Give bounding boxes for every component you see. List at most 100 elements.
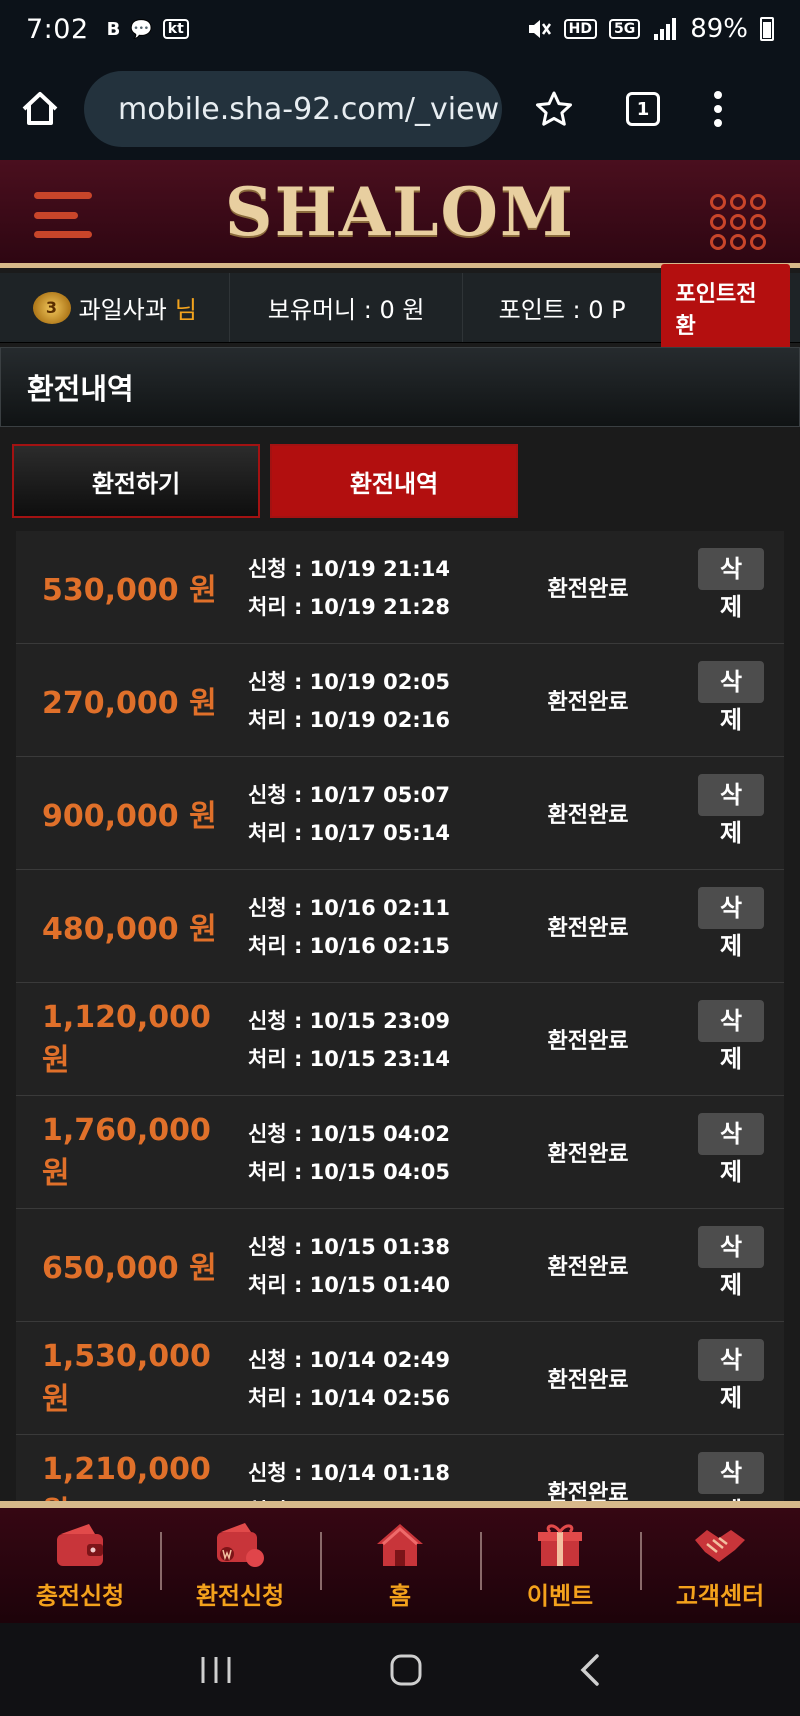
user-info-bar: 3 과일사과 님 보유머니 : 0 원 포인트 : 0 P 포인트전환 xyxy=(0,263,800,352)
process-time: 처리 : 10/15 23:14 xyxy=(248,1047,450,1071)
nav-withdraw[interactable]: 환전신청 xyxy=(160,1508,320,1623)
delete-cell: 삭 제 xyxy=(678,770,784,856)
address-bar[interactable]: mobile.sha-92.com/_view xyxy=(84,71,502,147)
exchange-dates: 신청 : 10/19 21:14 처리 : 10/19 21:28 xyxy=(248,553,498,621)
status-badge: 환전완료 xyxy=(547,690,629,715)
table-row: 270,000 원 신청 : 10/19 02:05 처리 : 10/19 02:1… xyxy=(16,644,784,757)
delete-button[interactable]: 삭 제 xyxy=(698,996,764,1082)
hd-icon: HD xyxy=(563,19,597,39)
table-row: 480,000 원 신청 : 10/16 02:11 처리 : 10/16 02:1… xyxy=(16,870,784,983)
delete-label: 삭 제 xyxy=(719,781,743,847)
request-time: 신청 : 10/17 05:07 xyxy=(248,783,450,807)
recent-apps-icon[interactable] xyxy=(198,1655,234,1685)
status-badge: 환전완료 xyxy=(547,1029,629,1054)
tab-exchange-history[interactable]: 환전내역 xyxy=(270,444,518,518)
exchange-amount: 1,210,000 원 xyxy=(42,1451,211,1502)
delete-button[interactable]: 삭 제 xyxy=(698,1222,764,1308)
status-badge: 환전완료 xyxy=(547,1481,629,1501)
table-row: 1,120,000 원 신청 : 10/15 23:09 처리 : 10/15 23… xyxy=(16,983,784,1096)
tab-exchange[interactable]: 환전하기 xyxy=(12,444,260,518)
delete-button[interactable]: 삭 제 xyxy=(698,1448,764,1501)
exchange-history-list[interactable]: 530,000 원 신청 : 10/19 21:14 처리 : 10/19 21:2… xyxy=(16,531,784,1501)
exchange-amount: 270,000 원 xyxy=(42,686,217,721)
notification-icons: B 💬 kt xyxy=(107,19,189,40)
delete-label: 삭 제 xyxy=(719,894,743,960)
request-time: 신청 : 10/16 02:11 xyxy=(248,896,450,920)
table-row: 900,000 원 신청 : 10/17 05:07 처리 : 10/17 05:1… xyxy=(16,757,784,870)
hamburger-menu-icon[interactable] xyxy=(34,192,92,238)
tab-switcher-button[interactable]: 1 xyxy=(626,92,660,126)
exchange-amount: 480,000 원 xyxy=(42,912,217,947)
request-time: 신청 : 10/19 02:05 xyxy=(248,670,450,694)
money-balance: 보유머니 : 0 원 xyxy=(267,296,425,324)
battery-percent: 89% xyxy=(690,14,748,44)
status-right: HD 5G 89% xyxy=(526,14,774,44)
exchange-dates: 신청 : 10/14 02:49 처리 : 10/14 02:56 xyxy=(248,1344,498,1412)
delete-cell: 삭 제 xyxy=(678,1448,784,1501)
delete-button[interactable]: 삭 제 xyxy=(698,1335,764,1421)
wallet-coins-icon xyxy=(217,1523,264,1567)
username-suffix: 님 xyxy=(174,296,197,324)
user-cell: 3 과일사과 님 xyxy=(0,273,231,342)
delete-button[interactable]: 삭 제 xyxy=(698,770,764,856)
process-time: 처리 : 10/14 02:56 xyxy=(248,1386,450,1410)
level-badge: 3 xyxy=(32,291,71,324)
star-icon[interactable] xyxy=(534,89,574,129)
delete-button[interactable]: 삭 제 xyxy=(698,883,764,969)
nav-label: 환전신청 xyxy=(195,1582,285,1610)
handshake-icon xyxy=(695,1530,745,1562)
bottom-nav: 충전신청 환전신청 홈 이벤트 고객센터 xyxy=(0,1501,800,1623)
nav-event[interactable]: 이벤트 xyxy=(480,1508,640,1623)
delete-cell: 삭 제 xyxy=(678,1222,784,1308)
request-time: 신청 : 10/14 01:18 xyxy=(248,1461,450,1485)
url-text: mobile.sha-92.com/_view xyxy=(118,91,500,127)
delete-button[interactable]: 삭 제 xyxy=(698,1109,764,1195)
more-menu-icon[interactable] xyxy=(712,89,724,129)
delete-button[interactable]: 삭 제 xyxy=(698,544,764,630)
request-time: 신청 : 10/19 21:14 xyxy=(248,557,450,581)
site-logo[interactable]: SHALOM xyxy=(225,173,575,251)
gift-icon xyxy=(538,1524,582,1566)
delete-cell: 삭 제 xyxy=(678,883,784,969)
delete-label: 삭 제 xyxy=(719,1346,743,1412)
nav-home[interactable]: 홈 xyxy=(320,1508,480,1623)
delete-cell: 삭 제 xyxy=(678,1109,784,1195)
chat-icon: 💬 xyxy=(130,18,153,40)
page-title: 환전내역 xyxy=(0,347,800,427)
nav-customer-center[interactable]: 고객센터 xyxy=(640,1508,800,1623)
signal-icon xyxy=(654,18,677,40)
home-icon[interactable] xyxy=(18,87,62,131)
exchange-dates: 신청 : 10/17 05:07 처리 : 10/17 05:14 xyxy=(248,779,498,847)
process-time: 처리 : 10/17 05:14 xyxy=(248,821,450,845)
request-time: 신청 : 10/15 04:02 xyxy=(248,1122,450,1146)
request-time: 신청 : 10/15 01:38 xyxy=(248,1235,450,1259)
delete-label: 삭 제 xyxy=(719,555,743,621)
point-cell: 포인트 : 0 P xyxy=(463,273,662,342)
site-header: SHALOM xyxy=(0,160,800,268)
5g-icon: 5G xyxy=(608,19,641,39)
home-icon xyxy=(377,1524,423,1566)
process-time: 처리 : 10/19 02:16 xyxy=(248,708,450,732)
delete-button[interactable]: 삭 제 xyxy=(698,657,764,743)
grid-menu-icon[interactable] xyxy=(710,194,766,250)
table-row: 1,210,000 원 신청 : 10/14 01:18처리 : 10/14 01… xyxy=(16,1435,784,1501)
point-convert-button[interactable]: 포인트전환 xyxy=(661,263,790,352)
status-badge: 환전완료 xyxy=(547,803,629,828)
delete-cell: 삭 제 xyxy=(678,657,784,743)
exchange-dates: 신청 : 10/16 02:11 처리 : 10/16 02:15 xyxy=(248,892,498,960)
system-home-icon[interactable] xyxy=(389,1653,423,1687)
exchange-amount: 900,000 원 xyxy=(42,799,217,834)
exchange-amount: 1,760,000 원 xyxy=(42,1112,211,1191)
exchange-amount: 1,530,000 원 xyxy=(42,1338,211,1417)
browser-toolbar: mobile.sha-92.com/_view 1 xyxy=(0,58,800,160)
tab-count-label: 1 xyxy=(636,98,650,120)
nav-deposit[interactable]: 충전신청 xyxy=(0,1508,160,1623)
exchange-dates: 신청 : 10/15 04:02 처리 : 10/15 04:05 xyxy=(248,1118,498,1186)
username: 과일사과 xyxy=(78,296,167,324)
back-icon[interactable] xyxy=(578,1653,602,1687)
status-time: 7:02 xyxy=(26,13,89,45)
table-row: 530,000 원 신청 : 10/19 21:14 처리 : 10/19 21:2… xyxy=(16,531,784,644)
request-time: 신청 : 10/14 02:49 xyxy=(248,1348,450,1372)
process-time: 처리 : 10/19 21:28 xyxy=(248,595,450,619)
exchange-dates: 신청 : 10/15 01:38 처리 : 10/15 01:40 xyxy=(248,1231,498,1299)
